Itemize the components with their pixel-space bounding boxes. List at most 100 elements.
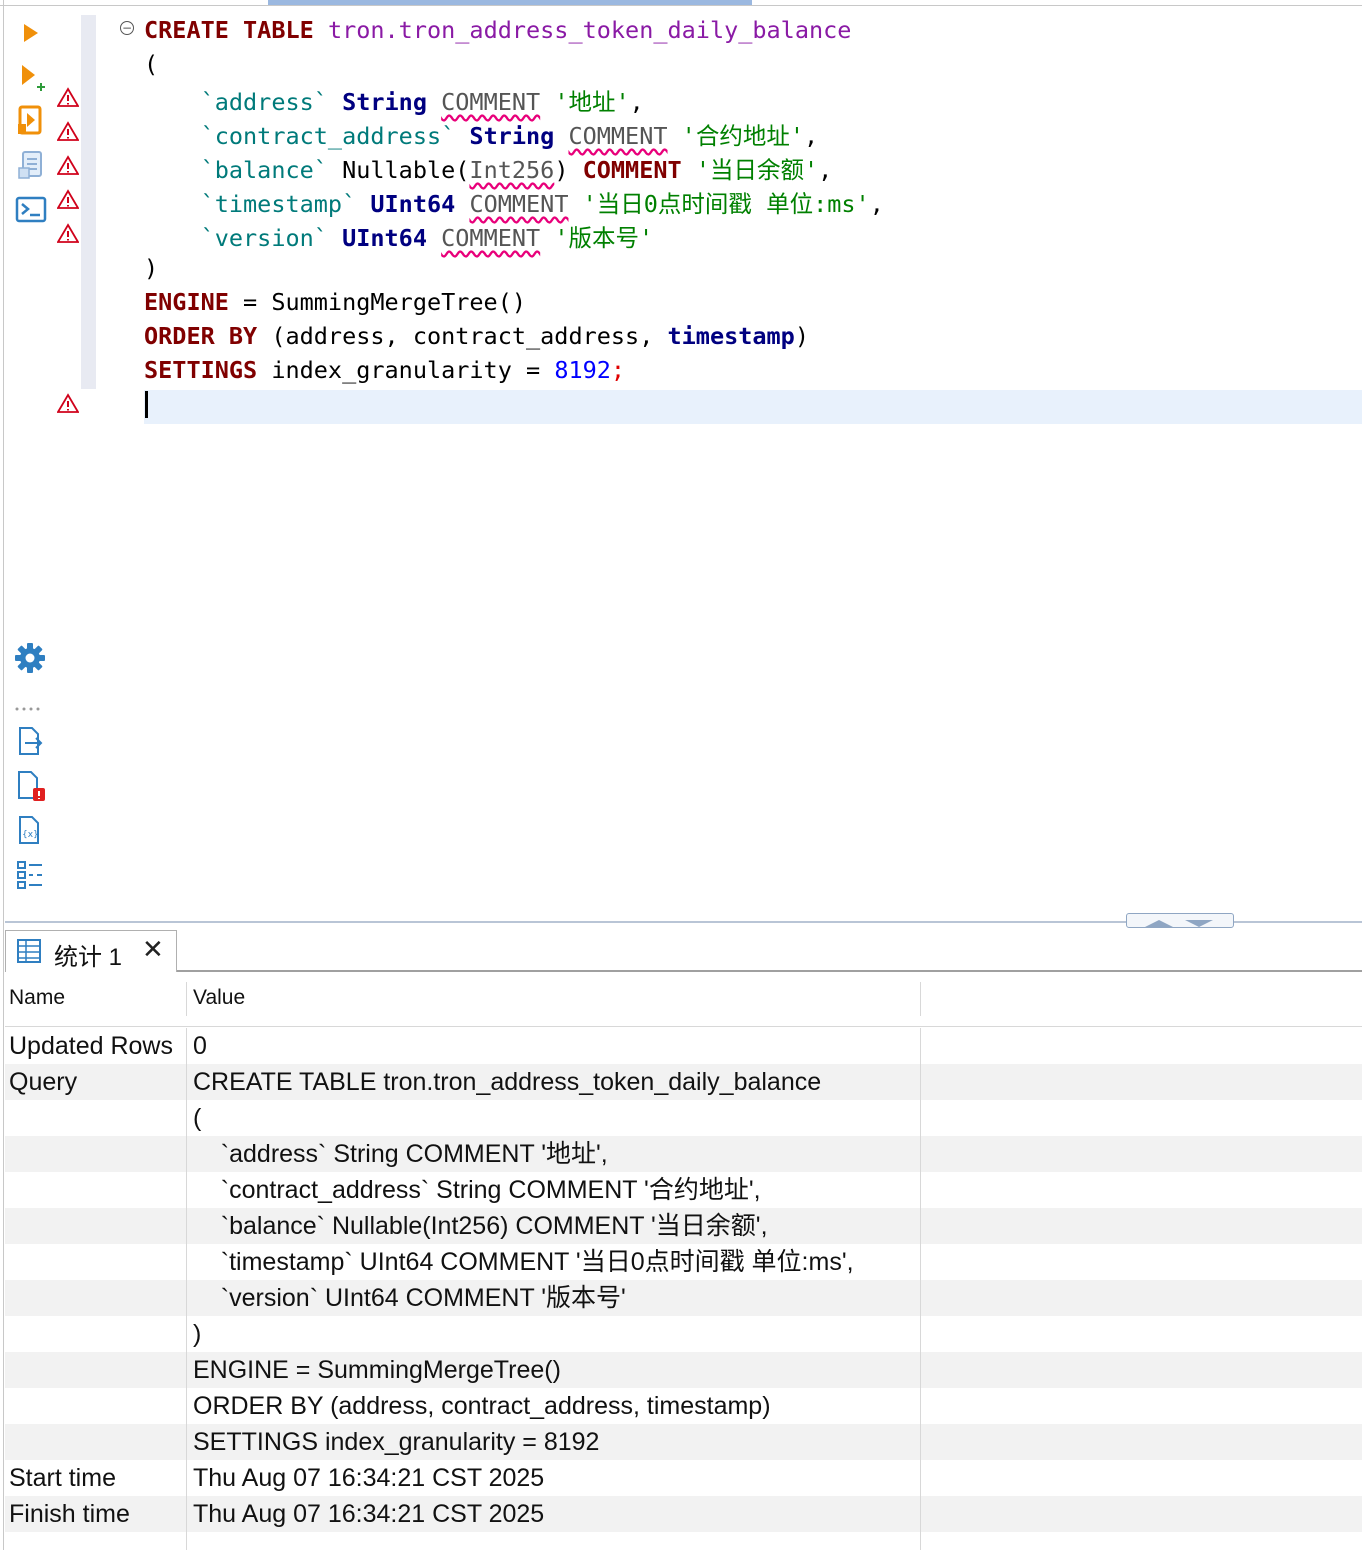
column-divider bbox=[920, 1028, 921, 1550]
fold-toggle-icon[interactable]: − bbox=[120, 21, 134, 35]
run-script-icon bbox=[22, 65, 45, 91]
code-token: COMMENT bbox=[441, 224, 541, 252]
code-token: COMMENT bbox=[469, 190, 569, 218]
column-header-name[interactable]: Name bbox=[9, 986, 65, 1010]
table-row[interactable] bbox=[5, 1316, 1362, 1352]
warning-icon[interactable] bbox=[56, 393, 80, 415]
load-execution-plan-button[interactable] bbox=[15, 149, 47, 181]
column-header-value[interactable]: Value bbox=[193, 986, 245, 1010]
tab-strip-line bbox=[177, 970, 1362, 972]
explain-plan-icon bbox=[18, 105, 42, 135]
export-icon bbox=[19, 727, 43, 755]
code-token: String bbox=[469, 122, 555, 150]
load-execution-plan-icon bbox=[18, 151, 42, 179]
warning-icon[interactable] bbox=[56, 223, 80, 245]
code-token: , bbox=[803, 122, 819, 150]
code-token: '地址' bbox=[554, 88, 630, 116]
warning-icon[interactable] bbox=[56, 87, 80, 109]
code-token: ) bbox=[144, 254, 159, 282]
code-token: , bbox=[869, 190, 884, 218]
code-token: `contract_address` bbox=[200, 122, 456, 150]
code-line: ( bbox=[144, 47, 158, 81]
code-token: tron.tron_address_token_daily_balance bbox=[327, 16, 852, 44]
error-log-icon bbox=[18, 771, 45, 801]
row-value-cell: CREATE TABLE tron.tron_address_token_dai… bbox=[193, 1068, 822, 1096]
code-token: Int256 bbox=[469, 156, 555, 184]
row-value-cell: ENGINE = SummingMergeTree() bbox=[193, 1356, 561, 1384]
code-token: '当日0点时间戳 单位:ms' bbox=[582, 190, 870, 218]
code-token: ; bbox=[610, 356, 626, 384]
outline-icon bbox=[17, 861, 42, 889]
row-value-cell: Thu Aug 07 16:34:21 CST 2025 bbox=[193, 1500, 545, 1528]
row-value-cell: ( bbox=[193, 1104, 202, 1132]
code-token: UInt64 bbox=[342, 224, 427, 252]
warning-icon[interactable] bbox=[56, 155, 80, 177]
code-token: ORDER BY bbox=[144, 322, 258, 350]
settings-button[interactable] bbox=[14, 642, 46, 674]
open-terminal-button[interactable] bbox=[15, 194, 47, 226]
fold-gutter bbox=[81, 15, 96, 389]
row-value-cell: SETTINGS index_granularity = 8192 bbox=[193, 1428, 600, 1456]
tab-statistics[interactable]: 统计 1 ✕ bbox=[5, 930, 177, 972]
row-value-cell: `contract_address` String COMMENT '合约地址'… bbox=[193, 1176, 761, 1204]
code-token: timestamp bbox=[667, 322, 795, 350]
code-token: = SummingMergeTree() bbox=[228, 288, 527, 316]
settings-gear-icon bbox=[15, 643, 45, 673]
explain-plan-button[interactable] bbox=[15, 104, 47, 136]
code-token: COMMENT bbox=[582, 156, 682, 184]
run-script-button[interactable] bbox=[15, 61, 47, 93]
table-row[interactable] bbox=[5, 1028, 1362, 1064]
warning-icon[interactable] bbox=[56, 121, 80, 143]
code-line: ORDER BY (address, contract_address, tim… bbox=[144, 319, 809, 353]
left-border bbox=[0, 0, 4, 1550]
variables-button[interactable]: {x} bbox=[14, 815, 46, 847]
code-token: `balance` bbox=[200, 156, 328, 184]
row-value-cell: 0 bbox=[193, 1032, 207, 1060]
code-token: UInt64 bbox=[370, 190, 456, 218]
header-column-divider[interactable] bbox=[186, 982, 187, 1016]
row-value-cell: `version` UInt64 COMMENT '版本号' bbox=[193, 1284, 626, 1312]
column-divider bbox=[186, 1028, 187, 1550]
code-line: `contract_address` String COMMENT '合约地址'… bbox=[144, 119, 819, 153]
code-token: COMMENT bbox=[441, 88, 541, 116]
code-line: `version` UInt64 COMMENT '版本号' bbox=[144, 221, 654, 255]
open-terminal-icon bbox=[15, 196, 47, 223]
splitter-toggle-handle[interactable] bbox=[1126, 913, 1234, 928]
toolbar-separator bbox=[15, 696, 45, 711]
export-button[interactable] bbox=[14, 726, 46, 758]
row-value-cell: `balance` Nullable(Int256) COMMENT '当日余额… bbox=[193, 1212, 768, 1240]
code-line: `address` String COMMENT '地址', bbox=[144, 85, 644, 119]
outline-button[interactable] bbox=[14, 859, 46, 891]
warning-icon[interactable] bbox=[56, 189, 80, 211]
row-name-cell: Updated Rows bbox=[9, 1032, 173, 1060]
code-token: ( bbox=[144, 50, 159, 78]
code-line: ) bbox=[144, 251, 158, 285]
run-statement-button[interactable] bbox=[15, 17, 47, 49]
current-line-highlight bbox=[144, 390, 1362, 424]
table-icon bbox=[17, 939, 41, 963]
table-row[interactable] bbox=[5, 1100, 1362, 1136]
code-token: '当日余额' bbox=[695, 156, 819, 184]
close-icon[interactable]: ✕ bbox=[142, 935, 164, 965]
code-token: ) bbox=[554, 156, 583, 184]
header-column-divider[interactable] bbox=[920, 982, 921, 1016]
code-token: ENGINE bbox=[144, 288, 229, 316]
error-log-button[interactable] bbox=[14, 770, 46, 802]
code-token: `version` bbox=[200, 224, 328, 252]
row-value-cell: ORDER BY (address, contract_address, tim… bbox=[193, 1392, 771, 1420]
code-line: SETTINGS index_granularity = 8192; bbox=[144, 353, 625, 387]
row-value-cell: `timestamp` UInt64 COMMENT '当日0点时间戳 单位:m… bbox=[193, 1248, 854, 1276]
text-caret bbox=[145, 391, 148, 418]
